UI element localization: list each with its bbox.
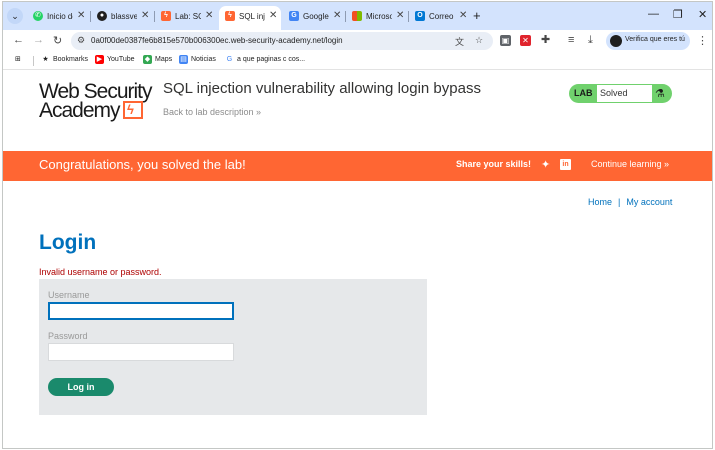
bookmarks-bar: ⊞ ★ Bookmarks ▶ YouTube ◆ Maps ▤ Noticias Ga…	[3, 52, 712, 70]
outlook-icon: O	[415, 11, 425, 21]
nav-separator: |	[618, 197, 621, 207]
close-icon[interactable]: ✕	[333, 10, 341, 21]
forward-arrow-icon[interactable]: →	[33, 34, 44, 46]
tab-microsoft[interactable]: Microso ✕	[346, 8, 408, 26]
tab-github[interactable]: ● blassve ✕	[91, 8, 153, 26]
github-icon: ●	[97, 11, 107, 21]
web-page: Web Security Academy ϟ SQL injection vul…	[3, 71, 712, 448]
tab-strip: ⌄ ✆ Inicio de ✕ ● blassve ✕ ϟ Lab: SQ ✕ …	[3, 2, 712, 30]
tab-label: Lab: SQ	[175, 12, 201, 21]
new-tab-button[interactable]: +	[473, 8, 481, 23]
top-navigation: Home | My account	[588, 197, 672, 207]
my-account-link[interactable]: My account	[626, 197, 672, 207]
youtube-icon: ▶	[95, 55, 104, 64]
close-icon[interactable]: ✕	[459, 10, 467, 21]
tab-search-chevron-icon[interactable]: ⌄	[7, 8, 23, 24]
adblock-extension-icon[interactable]: ✕	[520, 35, 531, 46]
apps-grid-icon[interactable]: ⊞	[15, 55, 21, 67]
tab-google-translate[interactable]: G Google ✕	[283, 8, 345, 26]
bookmark-item-youtube[interactable]: ▶ YouTube	[95, 55, 135, 67]
back-arrow-icon[interactable]: ←	[13, 34, 24, 46]
linkedin-icon[interactable]: in	[560, 159, 571, 170]
tab-lab[interactable]: ϟ Lab: SQ ✕	[155, 8, 217, 26]
restore-icon[interactable]: ❐	[673, 8, 683, 21]
share-label: Share your skills!	[456, 159, 532, 169]
minimize-icon[interactable]: —	[648, 8, 659, 20]
tab-label: Microso	[366, 12, 392, 21]
site-settings-icon[interactable]: ⚙	[77, 35, 85, 46]
username-input[interactable]	[48, 302, 234, 320]
tab-whatsapp[interactable]: ✆ Inicio de ✕	[27, 8, 89, 26]
microsoft-icon	[352, 11, 362, 21]
more-menu-icon[interactable]: ⋮	[697, 34, 708, 47]
close-icon[interactable]: ✕	[396, 10, 404, 21]
flask-icon: ⚗	[655, 88, 665, 100]
password-label: Password	[48, 331, 88, 341]
logo-text-line2: Academy	[39, 99, 121, 122]
bookmark-star-icon[interactable]: ☆	[475, 35, 483, 46]
tab-sql-injection[interactable]: ϟ SQL inje ✕	[219, 6, 281, 30]
star-icon: ★	[42, 56, 49, 63]
reload-icon[interactable]: ↻	[53, 34, 62, 47]
whatsapp-icon: ✆	[33, 11, 43, 21]
login-form: Username Password Log in	[39, 279, 427, 415]
address-bar[interactable]: ⚙ 0a0f00de0387fe6b815e570b006300ec.web-s…	[71, 32, 493, 50]
avatar	[610, 35, 622, 47]
maps-icon: ◆	[143, 55, 152, 64]
home-link[interactable]: Home	[588, 197, 612, 207]
congratulations-message: Congratulations, you solved the lab!	[39, 157, 246, 172]
bookmark-item-google-search[interactable]: Ga que paginas c cos...	[225, 55, 305, 67]
tab-label: Google	[303, 12, 329, 21]
extensions-puzzle-icon[interactable]: ✚	[541, 33, 550, 46]
url-text[interactable]: 0a0f00de0387fe6b815e570b006300ec.web-sec…	[91, 36, 343, 45]
reading-list-icon[interactable]: ≡	[568, 34, 574, 46]
solved-banner: Congratulations, you solved the lab! Sha…	[3, 151, 712, 181]
window-close-icon[interactable]: ✕	[698, 8, 707, 21]
translate-icon[interactable]: 文	[455, 35, 464, 48]
back-to-lab-link[interactable]: Back to lab description »	[163, 107, 261, 117]
close-icon[interactable]: ✕	[77, 10, 85, 21]
profile-button[interactable]: Verifica que eres tú	[606, 32, 690, 50]
bookmark-item-bookmarks[interactable]: ★ Bookmarks	[41, 55, 88, 67]
bookmark-item-maps[interactable]: ◆ Maps	[143, 55, 172, 67]
lab-status: Solved	[597, 85, 652, 102]
bookmarks-divider	[33, 56, 34, 66]
google-translate-icon: G	[289, 11, 299, 21]
download-icon[interactable]: ⤓	[588, 34, 593, 47]
username-label: Username	[48, 290, 90, 300]
news-icon: ▤	[179, 55, 188, 64]
web-security-academy-logo[interactable]: Web Security Academy ϟ	[39, 81, 159, 125]
login-button[interactable]: Log in	[48, 378, 114, 396]
login-heading: Login	[39, 231, 97, 254]
tab-label: Inicio de	[47, 12, 73, 21]
profile-label: Verifica que eres tú	[625, 36, 685, 43]
lab-title: SQL injection vulnerability allowing log…	[163, 80, 481, 97]
browser-window: ⌄ ✆ Inicio de ✕ ● blassve ✕ ϟ Lab: SQ ✕ …	[2, 1, 713, 449]
close-icon[interactable]: ✕	[205, 10, 213, 21]
lightning-icon: ϟ	[127, 102, 134, 117]
close-icon[interactable]: ✕	[141, 10, 149, 21]
tab-outlook[interactable]: O Correo ✕	[409, 8, 471, 26]
browser-toolbar: ← → ↻ ⚙ 0a0f00de0387fe6b815e570b006300ec…	[3, 30, 712, 52]
google-icon: G	[226, 56, 233, 63]
tab-label: Correo	[429, 12, 454, 21]
tab-label: blassve	[111, 12, 137, 21]
tab-label: SQL inje	[239, 12, 265, 21]
continue-learning-link[interactable]: Continue learning »	[591, 159, 669, 169]
portswigger-icon: ϟ	[161, 11, 171, 21]
login-error-message: Invalid username or password.	[39, 267, 162, 277]
close-icon[interactable]: ✕	[269, 10, 277, 21]
bookmark-item-noticias[interactable]: ▤ Noticias	[179, 55, 216, 67]
lab-status-badge: LAB Solved ⚗	[569, 84, 672, 103]
extension-icon[interactable]: ▣	[500, 35, 511, 46]
lab-label: LAB	[574, 88, 593, 98]
portswigger-icon: ϟ	[225, 11, 235, 21]
twitter-icon[interactable]: ✦	[541, 158, 550, 171]
password-input[interactable]	[48, 343, 234, 361]
